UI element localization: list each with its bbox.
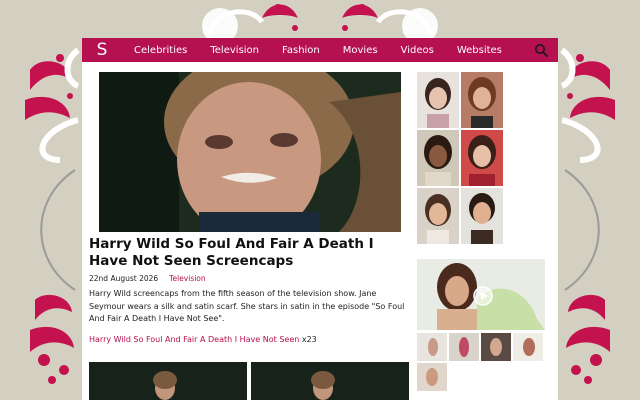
screencap-art <box>251 362 409 400</box>
video-thumbnail[interactable] <box>481 333 511 361</box>
gallery-link[interactable]: Harry Wild So Foul And Fair A Death I Ha… <box>89 335 299 344</box>
post-meta: 22nd August 2026 Television <box>89 274 206 283</box>
video-thumbnails <box>417 333 543 391</box>
post-category-link[interactable]: Television <box>169 274 205 283</box>
nav-item-movies[interactable]: Movies <box>343 45 378 56</box>
video-thumbnail[interactable] <box>449 333 479 361</box>
gallery-count: x23 <box>301 335 317 344</box>
nav-item-celebrities[interactable]: Celebrities <box>134 45 187 56</box>
video-thumbnail[interactable] <box>513 333 543 361</box>
search-icon[interactable] <box>534 43 548 57</box>
post-title[interactable]: Harry Wild So Foul And Fair A Death I Ha… <box>89 236 409 270</box>
nav-item-websites[interactable]: Websites <box>457 45 502 56</box>
screencap-thumbnail[interactable] <box>89 362 247 400</box>
post-excerpt: Harry Wild screencaps from the fifth sea… <box>89 289 405 323</box>
site-container: S Celebrities Television Fashion Movies … <box>82 38 558 400</box>
nav-item-fashion[interactable]: Fashion <box>282 45 320 56</box>
celebrity-thumbnail[interactable] <box>417 72 459 128</box>
gallery-link-row: Harry Wild So Foul And Fair A Death I Ha… <box>89 335 317 344</box>
screencap-thumbnails <box>89 362 409 400</box>
celebrity-thumbnail[interactable] <box>461 72 503 128</box>
post-date: 22nd August 2026 <box>89 274 159 283</box>
play-icon[interactable] <box>473 286 493 306</box>
top-navbar: S Celebrities Television Fashion Movies … <box>82 38 558 62</box>
celebrity-thumbnail[interactable] <box>417 130 459 186</box>
celebrity-grid <box>417 72 504 244</box>
celebrity-thumbnail[interactable] <box>461 130 503 186</box>
video-thumbnail[interactable] <box>417 363 447 391</box>
celebrity-thumbnail[interactable] <box>461 188 503 244</box>
nav-item-television[interactable]: Television <box>210 45 259 56</box>
video-preview[interactable] <box>417 259 545 330</box>
screencap-art <box>89 362 247 400</box>
site-logo[interactable]: S <box>82 38 122 62</box>
featured-image[interactable] <box>99 72 401 232</box>
screencap-thumbnail[interactable] <box>251 362 409 400</box>
featured-image-art <box>99 72 401 232</box>
celebrity-thumbnail[interactable] <box>417 188 459 244</box>
video-thumbnail[interactable] <box>417 333 447 361</box>
nav-item-videos[interactable]: Videos <box>401 45 434 56</box>
